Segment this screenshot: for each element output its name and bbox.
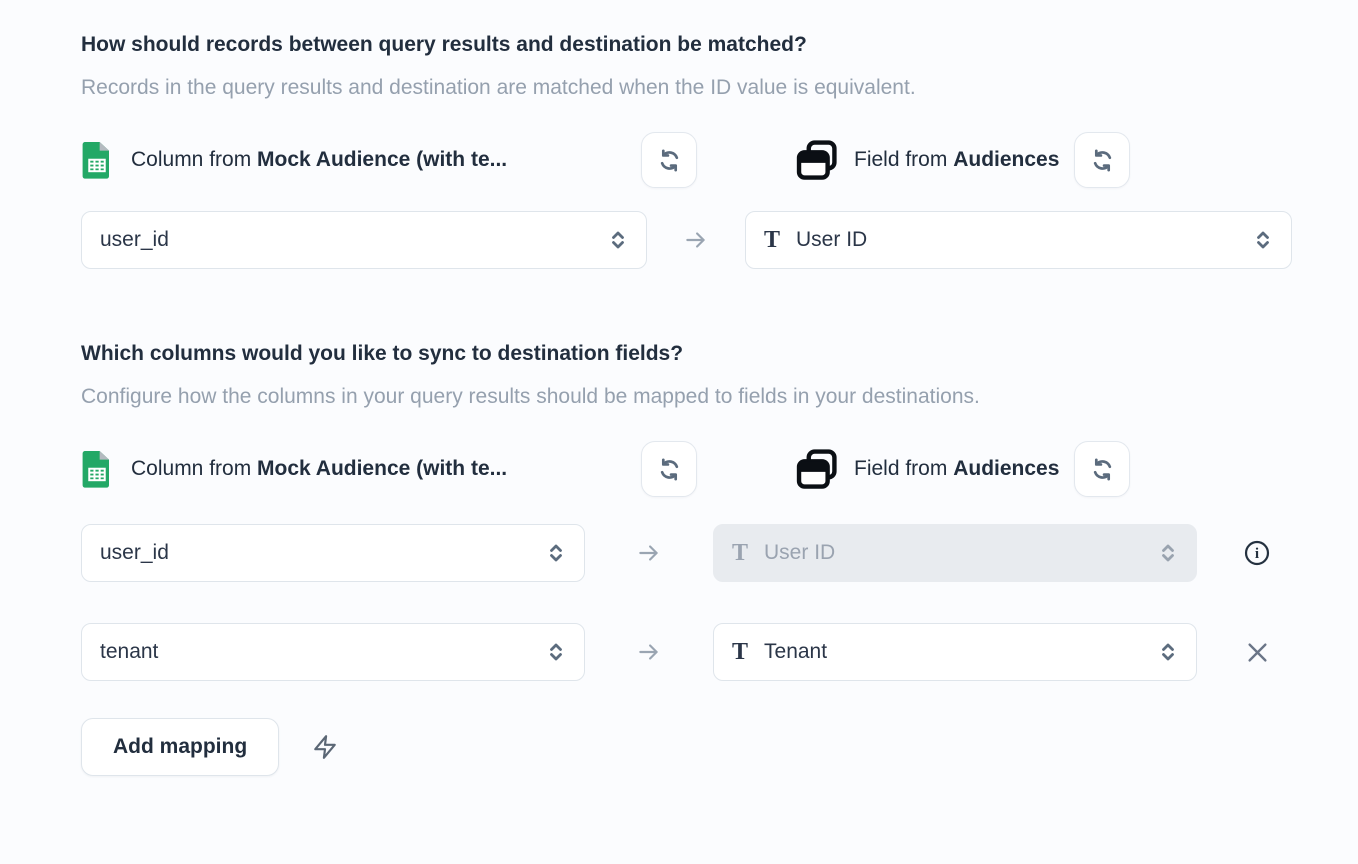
header-spacer — [697, 132, 795, 188]
mapping-arrow-cell — [585, 540, 713, 566]
matching-description: Records in the query results and destina… — [81, 68, 1292, 108]
select-chevrons-icon — [1156, 640, 1180, 664]
select-value: Tenant — [764, 640, 827, 664]
select-chevrons-icon — [544, 640, 568, 664]
sync-destination-label: Field from Audiences — [854, 457, 1059, 481]
arrow-right-icon — [636, 540, 662, 566]
sync-source-label: Column from Mock Audience (with te... — [131, 457, 507, 481]
sync-mapping-row: user_id T User ID — [81, 524, 1292, 582]
sync-heading: Which columns would you like to sync to … — [81, 339, 1292, 369]
header-spacer — [697, 441, 795, 497]
refresh-icon — [656, 456, 683, 483]
refresh-icon — [1089, 147, 1116, 174]
refresh-source-columns-button[interactable] — [641, 132, 697, 188]
sync-field-mapping-page: How should records between query results… — [0, 0, 1358, 864]
refresh-icon — [1089, 456, 1116, 483]
match-destination-field-select[interactable]: T User ID — [745, 211, 1292, 269]
select-value: User ID — [796, 228, 867, 252]
mapping-action-cell — [1197, 639, 1275, 666]
lightning-icon[interactable] — [312, 734, 338, 760]
svg-text:i: i — [1255, 545, 1259, 562]
matching-source-header: Column from Mock Audience (with te... — [81, 132, 697, 188]
sync-source-column-select[interactable]: tenant — [81, 623, 585, 681]
select-value: User ID — [764, 541, 835, 565]
mapping-arrow-cell — [585, 639, 713, 665]
close-icon[interactable] — [1244, 639, 1271, 666]
select-value: user_id — [100, 228, 169, 252]
audiences-icon — [795, 138, 839, 182]
text-type-icon: T — [764, 228, 780, 252]
sync-destination-field-select[interactable]: T Tenant — [713, 623, 1197, 681]
mapping-arrow-cell — [647, 227, 745, 253]
matching-header-row: Column from Mock Audience (with te... — [81, 132, 1292, 188]
matching-source-label: Column from Mock Audience (with te... — [131, 148, 507, 172]
sync-header-row: Column from Mock Audience (with te... — [81, 441, 1292, 497]
select-value: user_id — [100, 541, 169, 565]
matching-mapping-row: user_id T User ID — [81, 211, 1292, 269]
sync-mapping-row: tenant T Tenant — [81, 623, 1292, 681]
sync-destination-field-select-disabled: T User ID — [713, 524, 1197, 582]
audiences-icon — [795, 447, 839, 491]
text-type-icon: T — [732, 541, 748, 565]
select-chevrons-icon — [606, 228, 630, 252]
google-sheets-icon — [81, 140, 113, 180]
matching-destination-header: Field from Audiences — [795, 132, 1292, 188]
mapping-action-cell: i — [1197, 539, 1275, 567]
matching-destination-label: Field from Audiences — [854, 148, 1059, 172]
select-chevrons-icon — [1156, 541, 1180, 565]
refresh-icon — [656, 147, 683, 174]
text-type-icon: T — [732, 640, 748, 664]
refresh-source-columns-button[interactable] — [641, 441, 697, 497]
select-value: tenant — [100, 640, 158, 664]
arrow-right-icon — [636, 639, 662, 665]
sync-description: Configure how the columns in your query … — [81, 377, 1141, 417]
section-column-sync: Which columns would you like to sync to … — [81, 339, 1292, 776]
matching-heading: How should records between query results… — [81, 30, 1292, 60]
select-chevrons-icon — [544, 541, 568, 565]
select-chevrons-icon — [1251, 228, 1275, 252]
refresh-destination-fields-button[interactable] — [1074, 132, 1130, 188]
sync-source-header: Column from Mock Audience (with te... — [81, 441, 697, 497]
sync-destination-header: Field from Audiences — [795, 441, 1292, 497]
section-record-matching: How should records between query results… — [81, 30, 1292, 269]
arrow-right-icon — [683, 227, 709, 253]
sync-footer-row: Add mapping — [81, 718, 1292, 776]
google-sheets-icon — [81, 449, 113, 489]
info-icon[interactable]: i — [1243, 539, 1271, 567]
add-mapping-button[interactable]: Add mapping — [81, 718, 279, 776]
match-source-column-select[interactable]: user_id — [81, 211, 647, 269]
sync-source-column-select[interactable]: user_id — [81, 524, 585, 582]
refresh-destination-fields-button[interactable] — [1074, 441, 1130, 497]
